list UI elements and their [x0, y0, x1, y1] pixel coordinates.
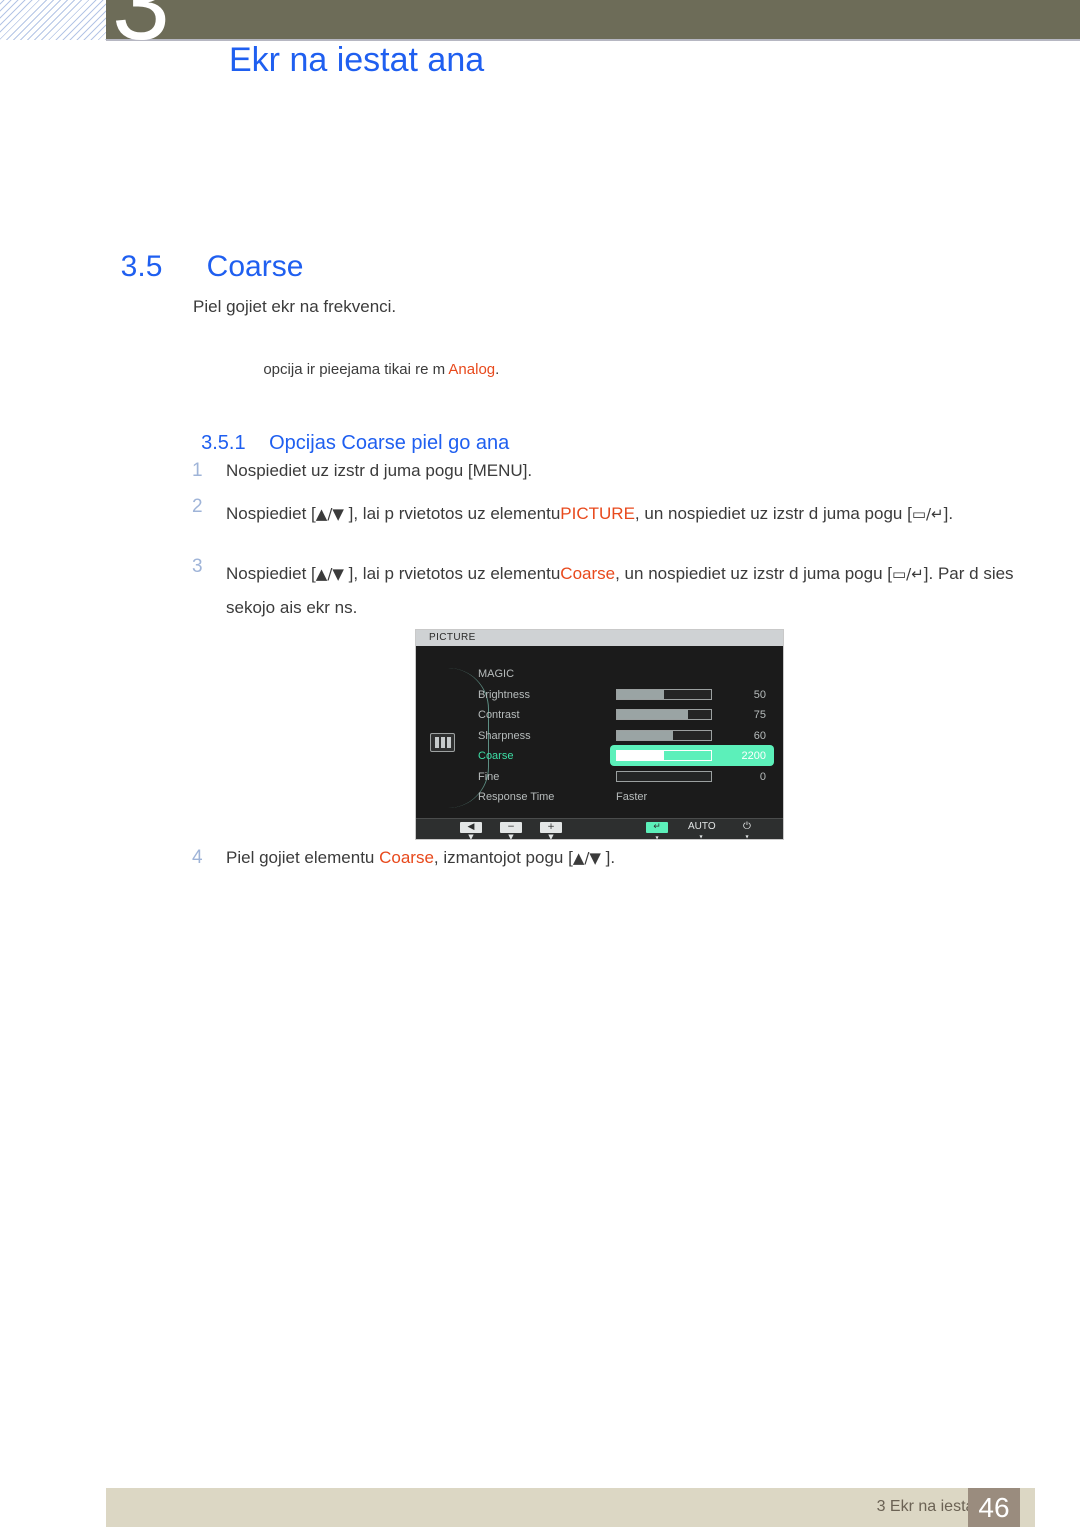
- corner-hatch-decoration: [0, 0, 106, 40]
- osd-row-value: 0: [759, 770, 766, 783]
- osd-slider[interactable]: [616, 688, 712, 700]
- button-glyph: ▲/▼: [315, 505, 344, 523]
- section-heading: 3.5 Coarse: [104, 216, 304, 284]
- note-line: opcija ir pieejama tikai re m Analog.: [255, 344, 499, 378]
- osd-row-label: Sharpness: [478, 729, 531, 742]
- osd-slider[interactable]: [616, 770, 712, 782]
- step-text: Nospiediet [▲/▼ ], lai p rvietotos uz el…: [226, 557, 1016, 625]
- osd-row[interactable]: Coarse 2200: [478, 745, 774, 766]
- osd-slider-fill: [617, 730, 674, 740]
- power-button-glyph: ⏻: [743, 821, 751, 832]
- osd-row-label: Contrast: [478, 709, 520, 721]
- osd-row-label: Brightness: [478, 688, 530, 701]
- step-fragment: Piel gojiet elementu: [226, 848, 380, 867]
- caret-down-icon: ▼: [699, 834, 703, 839]
- step-text: Nospiediet [▲/▼ ], lai p rvietotos uz el…: [226, 497, 986, 531]
- step-fragment: Nospiediet [: [226, 504, 316, 523]
- step-number: 3: [192, 556, 203, 577]
- step-text: Piel gojiet elementu Coarse, izmantojot …: [226, 848, 986, 868]
- caret-down-icon: ▼: [468, 833, 474, 840]
- caret-down-icon: ▼: [745, 834, 749, 839]
- back-button[interactable]: ◀ ▼: [458, 821, 484, 840]
- step-fragment: ].: [600, 848, 616, 867]
- page-header-band: [106, 0, 1080, 39]
- osd-row-label: Response Time: [478, 791, 555, 803]
- page-header-title: Ekr na iestat ana: [229, 41, 485, 79]
- note-prefix: opcija ir pieejama tikai re m: [263, 361, 449, 378]
- osd-slider[interactable]: [616, 750, 712, 761]
- osd-row[interactable]: Response Time Faster: [478, 787, 774, 807]
- step-fragment: ].: [522, 461, 533, 480]
- osd-row-value: 50: [753, 688, 766, 701]
- step-text: Nospiediet uz izstr d juma pogu [MENU].: [226, 461, 986, 481]
- section-number: 3.5: [120, 250, 163, 283]
- enter-button-glyph: ↵: [646, 822, 668, 833]
- step-fragment: Nospiediet uz izstr d juma pogu [: [226, 461, 473, 480]
- osd-footer-toolbar: ◀ ▼ − ▼ + ▼ ↵ ▼ AUTO ▼ ⏻ ▼: [416, 818, 783, 839]
- power-button[interactable]: ⏻ ▼: [734, 821, 760, 839]
- step-number: 2: [192, 496, 203, 517]
- note-suffix: .: [495, 361, 500, 378]
- osd-row[interactable]: Brightness 50: [478, 685, 774, 705]
- minus-button[interactable]: − ▼: [498, 821, 524, 840]
- osd-row[interactable]: Fine 0: [478, 767, 774, 787]
- step-fragment: Nospiediet [: [226, 564, 316, 583]
- auto-button[interactable]: AUTO ▼: [688, 821, 716, 839]
- enter-button[interactable]: ↵ ▼: [644, 821, 670, 840]
- section-title: Coarse: [206, 250, 304, 283]
- caret-down-icon: ▼: [508, 833, 514, 840]
- step-fragment: MENU: [472, 461, 523, 480]
- highlighted-term: PICTURE: [560, 504, 635, 523]
- highlighted-term: Coarse: [379, 848, 434, 867]
- osd-slider-fill: [617, 710, 688, 719]
- step-number: 1: [192, 460, 203, 481]
- osd-row-value: 75: [753, 709, 766, 721]
- osd-body: MAGIC Brightness 50 Contrast 75 Sharpness 60 Co…: [416, 646, 783, 819]
- chapter-numeral: 3: [112, 0, 170, 62]
- step-fragment: , izmantojot pogu [: [433, 848, 573, 867]
- step-number: 4: [192, 847, 203, 868]
- intro-paragraph: Piel gojiet ekr na frekvenci.: [193, 297, 397, 316]
- osd-row-value: 2200: [741, 750, 766, 762]
- button-glyph: ▲/▼: [315, 565, 344, 583]
- osd-row[interactable]: Contrast 75: [478, 705, 774, 725]
- back-button-glyph: ◀: [460, 822, 482, 833]
- osd-row[interactable]: Sharpness 60: [478, 726, 774, 746]
- caret-down-icon: ▼: [548, 833, 554, 840]
- minus-button-glyph: −: [500, 822, 522, 833]
- step-fragment: ], lai p rvietotos uz elementu: [343, 564, 561, 583]
- osd-row-label: Coarse: [478, 750, 514, 762]
- caret-down-icon: ▼: [655, 835, 659, 840]
- plus-button[interactable]: + ▼: [538, 821, 564, 840]
- button-glyph: ▭/↵: [892, 565, 924, 583]
- subsection-title: Opcijas Coarse piel go ana: [269, 432, 510, 454]
- note-highlight: Analog: [448, 361, 496, 378]
- highlighted-term: Coarse: [560, 564, 616, 583]
- osd-menu-screenshot: PICTURE MAGIC Brightness 50 Contrast 75 Sharp…: [415, 629, 784, 840]
- step-fragment: ], lai p rvietotos uz elementu: [343, 504, 561, 523]
- page-number-badge: 46: [968, 1488, 1020, 1527]
- step-fragment: ].: [943, 504, 954, 523]
- step-fragment: , un nospiediet uz izstr d juma pogu [: [634, 504, 912, 523]
- osd-slider[interactable]: [616, 729, 712, 741]
- plus-button-glyph: +: [540, 822, 562, 833]
- osd-slider-fill: [617, 689, 664, 699]
- auto-button-glyph: AUTO: [688, 821, 716, 832]
- osd-slider-fill: [617, 751, 664, 760]
- osd-row-value: Faster: [616, 791, 648, 803]
- osd-row[interactable]: MAGIC: [478, 664, 774, 684]
- subsection-number: 3.5.1: [201, 432, 246, 454]
- osd-row-value: 60: [753, 729, 766, 742]
- osd-row-label: MAGIC: [478, 668, 515, 680]
- osd-row-label: Fine: [478, 770, 500, 783]
- button-glyph: ▲/▼: [572, 849, 601, 867]
- osd-slider[interactable]: [616, 709, 712, 720]
- step-fragment: , un nospiediet uz izstr d juma pogu [: [615, 564, 892, 583]
- subsection-heading: 3.5.1 Opcijas Coarse piel go ana: [190, 409, 509, 455]
- osd-title: PICTURE: [416, 630, 783, 646]
- button-glyph: ▭/↵: [911, 505, 944, 523]
